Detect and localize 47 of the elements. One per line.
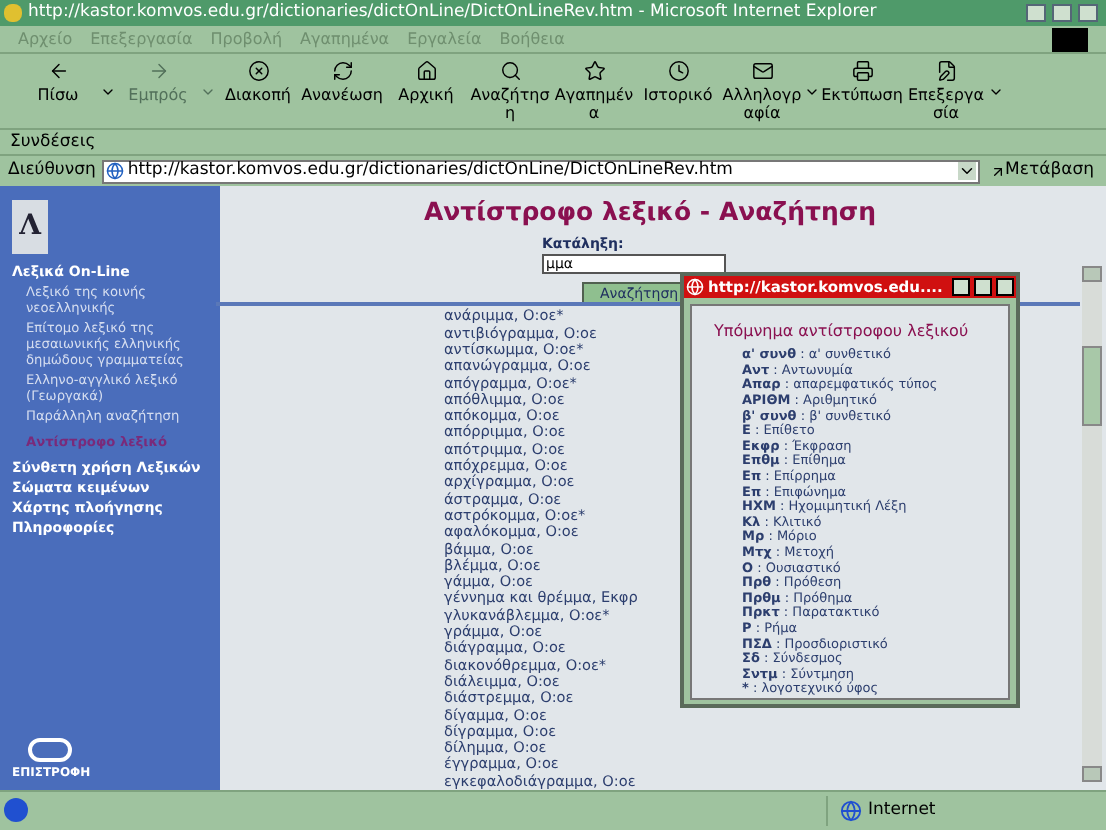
toolbar-button[interactable]: Επεξεργασία xyxy=(904,60,1004,122)
page-icon xyxy=(105,162,124,180)
toolbar-button[interactable]: Πίσω xyxy=(16,60,116,104)
go-arrow-icon xyxy=(989,163,1006,179)
toolbar-button[interactable]: Αλληλογραφία xyxy=(720,60,820,122)
globe-icon xyxy=(840,799,862,821)
forward-arrow-icon xyxy=(147,60,169,82)
dropdown-caret-icon xyxy=(804,84,820,100)
toolbar-button[interactable]: Αγαπημένα xyxy=(552,60,636,122)
star-icon xyxy=(583,60,605,82)
close-button[interactable] xyxy=(996,278,1014,297)
return-logo-icon[interactable] xyxy=(28,738,72,762)
toolbar-button[interactable]: Ιστορικό xyxy=(636,60,720,104)
printer-icon xyxy=(851,60,873,82)
restore-button[interactable] xyxy=(1052,4,1072,22)
scroll-thumb[interactable] xyxy=(1082,346,1102,426)
address-field[interactable]: http://kastor.komvos.edu.gr/dictionaries/dictOnLine/DictOnLineRev.htm xyxy=(101,159,980,183)
scrollbar[interactable] xyxy=(1082,266,1102,782)
document-edit-icon xyxy=(935,60,957,82)
toolbar-button[interactable]: Αναζήτηση xyxy=(468,60,552,122)
dropdown-caret-icon xyxy=(100,84,116,100)
toolbar-button[interactable]: Ανανέωση xyxy=(300,60,384,104)
mail-icon xyxy=(751,60,773,82)
address-label: Διεύθυνση xyxy=(8,158,96,184)
page-heading: Αντίστροφο λεξικό - Αναζήτηση xyxy=(423,194,877,230)
logo-letter: Λ xyxy=(19,208,41,246)
clock-icon xyxy=(667,60,689,82)
window-title: http://kastor.komvos.edu.gr/dictionaries/dictOnLine/DictOnLineRev.htm - Microsoft Internet Explorer xyxy=(28,4,879,22)
home-icon xyxy=(415,60,437,82)
stop-icon xyxy=(247,60,269,82)
legend-heading: Υπόμνημα αντίστροφου λεξικού xyxy=(714,320,971,345)
toolbar-button[interactable]: Διακοπή xyxy=(216,60,300,104)
links-label[interactable]: Συνδέσεις xyxy=(10,129,96,155)
back-arrow-icon xyxy=(47,60,69,82)
page-icon xyxy=(686,278,704,297)
dropdown-caret-icon xyxy=(988,84,1004,100)
toolbar-button[interactable]: Εκτύπωση xyxy=(820,60,904,104)
dropdown-caret-icon[interactable] xyxy=(957,162,976,180)
go-button[interactable]: Μετάβαση xyxy=(985,158,1098,184)
zone-label: Internet xyxy=(868,797,936,823)
toolbar-button[interactable]: Αρχική xyxy=(384,60,468,104)
address-value: http://kastor.komvos.edu.gr/dictionaries/dictOnLine/DictOnLineRev.htm xyxy=(127,162,735,180)
refresh-icon xyxy=(331,60,353,82)
search-icon xyxy=(499,60,521,82)
dropdown-caret-icon xyxy=(200,84,216,100)
maximize-button[interactable] xyxy=(974,278,992,297)
minimize-button[interactable] xyxy=(952,278,970,297)
